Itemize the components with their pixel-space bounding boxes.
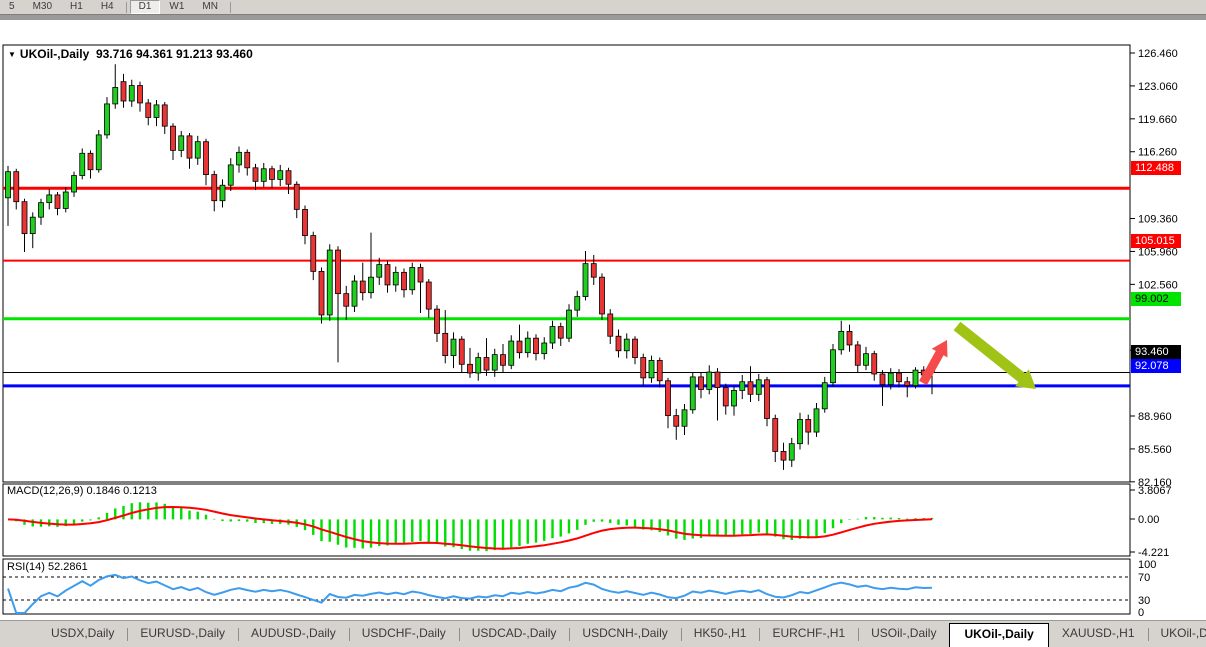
timeframe-button-w1[interactable]: W1 xyxy=(160,0,193,14)
price-line-label-112.488: 112.488 xyxy=(1131,161,1181,175)
toolbar-divider xyxy=(0,14,1206,20)
price-line-label-99.002: 99.002 xyxy=(1131,292,1181,306)
price-axis[interactable]: 126.460 123.060 119.660 116.260 109.360 105.9… xyxy=(1130,48,1178,489)
svg-text:0: 0 xyxy=(1138,607,1144,619)
timeframe-button-d1[interactable]: D1 xyxy=(130,0,161,14)
horizontal-level-lines xyxy=(3,188,1130,386)
rsi-indicator-label: RSI(14) 52.2861 xyxy=(7,561,88,573)
tab-audusd-daily[interactable]: AUDUSD-,Daily xyxy=(238,624,349,645)
svg-text:30: 30 xyxy=(1138,595,1150,607)
timeframe-button-5[interactable]: 5 xyxy=(0,0,24,14)
svg-text:100: 100 xyxy=(1138,559,1156,571)
rsi-axis[interactable]: 10070 300 xyxy=(1138,559,1156,619)
rsi-value: 52.2861 xyxy=(48,561,88,573)
svg-text:123.060: 123.060 xyxy=(1138,81,1178,93)
tab-usdcad-daily[interactable]: USDCAD-,Daily xyxy=(459,624,570,645)
chart-title: ▼ UKOil-,Daily 93.716 94.361 91.213 93.46… xyxy=(8,47,253,61)
timeframe-button-m30[interactable]: M30 xyxy=(24,0,61,14)
macd-indicator-label: MACD(12,26,9) 0.1846 0.1213 xyxy=(7,485,157,497)
tab-usdcnh-daily[interactable]: USDCNH-,Daily xyxy=(569,624,680,645)
tab-ukoil-daily[interactable]: UKOil-,Daily xyxy=(1148,624,1206,645)
chart-canvas[interactable]: 126.460 123.060 119.660 116.260 109.360 105.9… xyxy=(0,40,1206,640)
tab-eurusd-daily[interactable]: EURUSD-,Daily xyxy=(127,624,238,645)
tab-eurchf-h1[interactable]: EURCHF-,H1 xyxy=(759,624,858,645)
svg-text:0.00: 0.00 xyxy=(1138,514,1159,526)
timeframe-button-mn[interactable]: MN xyxy=(193,0,227,14)
timeframe-toolbar: 5M30H1H4 D1W1MN xyxy=(0,0,1206,14)
tab-usdchf-daily[interactable]: USDCHF-,Daily xyxy=(349,624,459,645)
svg-text:85.560: 85.560 xyxy=(1138,444,1172,456)
chart-window[interactable]: 126.460 123.060 119.660 116.260 109.360 105.9… xyxy=(0,20,1206,620)
svg-text:88.960: 88.960 xyxy=(1138,411,1172,423)
rsi-line xyxy=(8,575,932,613)
macd-values: 0.1846 0.1213 xyxy=(86,485,156,497)
annotation-arrows xyxy=(919,322,1036,389)
toolbar-separator xyxy=(230,2,231,13)
symbol-tabbar: USDX,DailyEURUSD-,DailyAUDUSD-,DailyUSDC… xyxy=(0,620,1206,647)
red-up-arrow xyxy=(919,340,947,385)
price-line-label-92.078: 92.078 xyxy=(1131,359,1181,373)
tab-usdx-daily[interactable]: USDX,Daily xyxy=(38,624,127,645)
svg-text:-4.221: -4.221 xyxy=(1138,547,1169,559)
rsi-name: RSI(14) xyxy=(7,561,45,573)
svg-text:70: 70 xyxy=(1138,572,1150,584)
svg-text:3.8067: 3.8067 xyxy=(1138,485,1172,497)
chart-ohlc-values: 93.716 94.361 91.213 93.460 xyxy=(96,47,253,61)
svg-text:116.260: 116.260 xyxy=(1138,147,1177,159)
macd-name: MACD(12,26,9) xyxy=(7,485,83,497)
chart-symbol: UKOil-,Daily xyxy=(20,47,89,61)
price-line-label-93.460: 93.460 xyxy=(1131,345,1181,359)
svg-text:102.560: 102.560 xyxy=(1138,279,1178,291)
svg-text:126.460: 126.460 xyxy=(1138,48,1178,60)
macd-axis[interactable]: 3.8067 0.00 -4.221 xyxy=(1130,485,1172,559)
price-line-label-105.015: 105.015 xyxy=(1131,234,1181,248)
svg-text:109.360: 109.360 xyxy=(1138,214,1178,226)
timeframe-button-h4[interactable]: H4 xyxy=(92,0,123,14)
svg-text:105.960: 105.960 xyxy=(1138,246,1178,258)
timeframe-button-h1[interactable]: H1 xyxy=(61,0,92,14)
tab-usoil-daily[interactable]: USOil-,Daily xyxy=(858,624,949,645)
tab-xauusd-h1[interactable]: XAUUSD-,H1 xyxy=(1049,624,1148,645)
svg-text:119.660: 119.660 xyxy=(1138,114,1177,126)
symbol-dropdown-icon[interactable]: ▼ xyxy=(8,50,16,59)
tab-hk50-h1[interactable]: HK50-,H1 xyxy=(681,624,760,645)
candlesticks xyxy=(6,64,935,470)
tab-ukoil-daily[interactable]: UKOil-,Daily xyxy=(949,623,1048,647)
toolbar-separator xyxy=(126,2,127,13)
trading-terminal: { "toolbar": { "timeframes": ["5", "M30"… xyxy=(0,0,1206,647)
green-down-arrow xyxy=(954,322,1036,389)
